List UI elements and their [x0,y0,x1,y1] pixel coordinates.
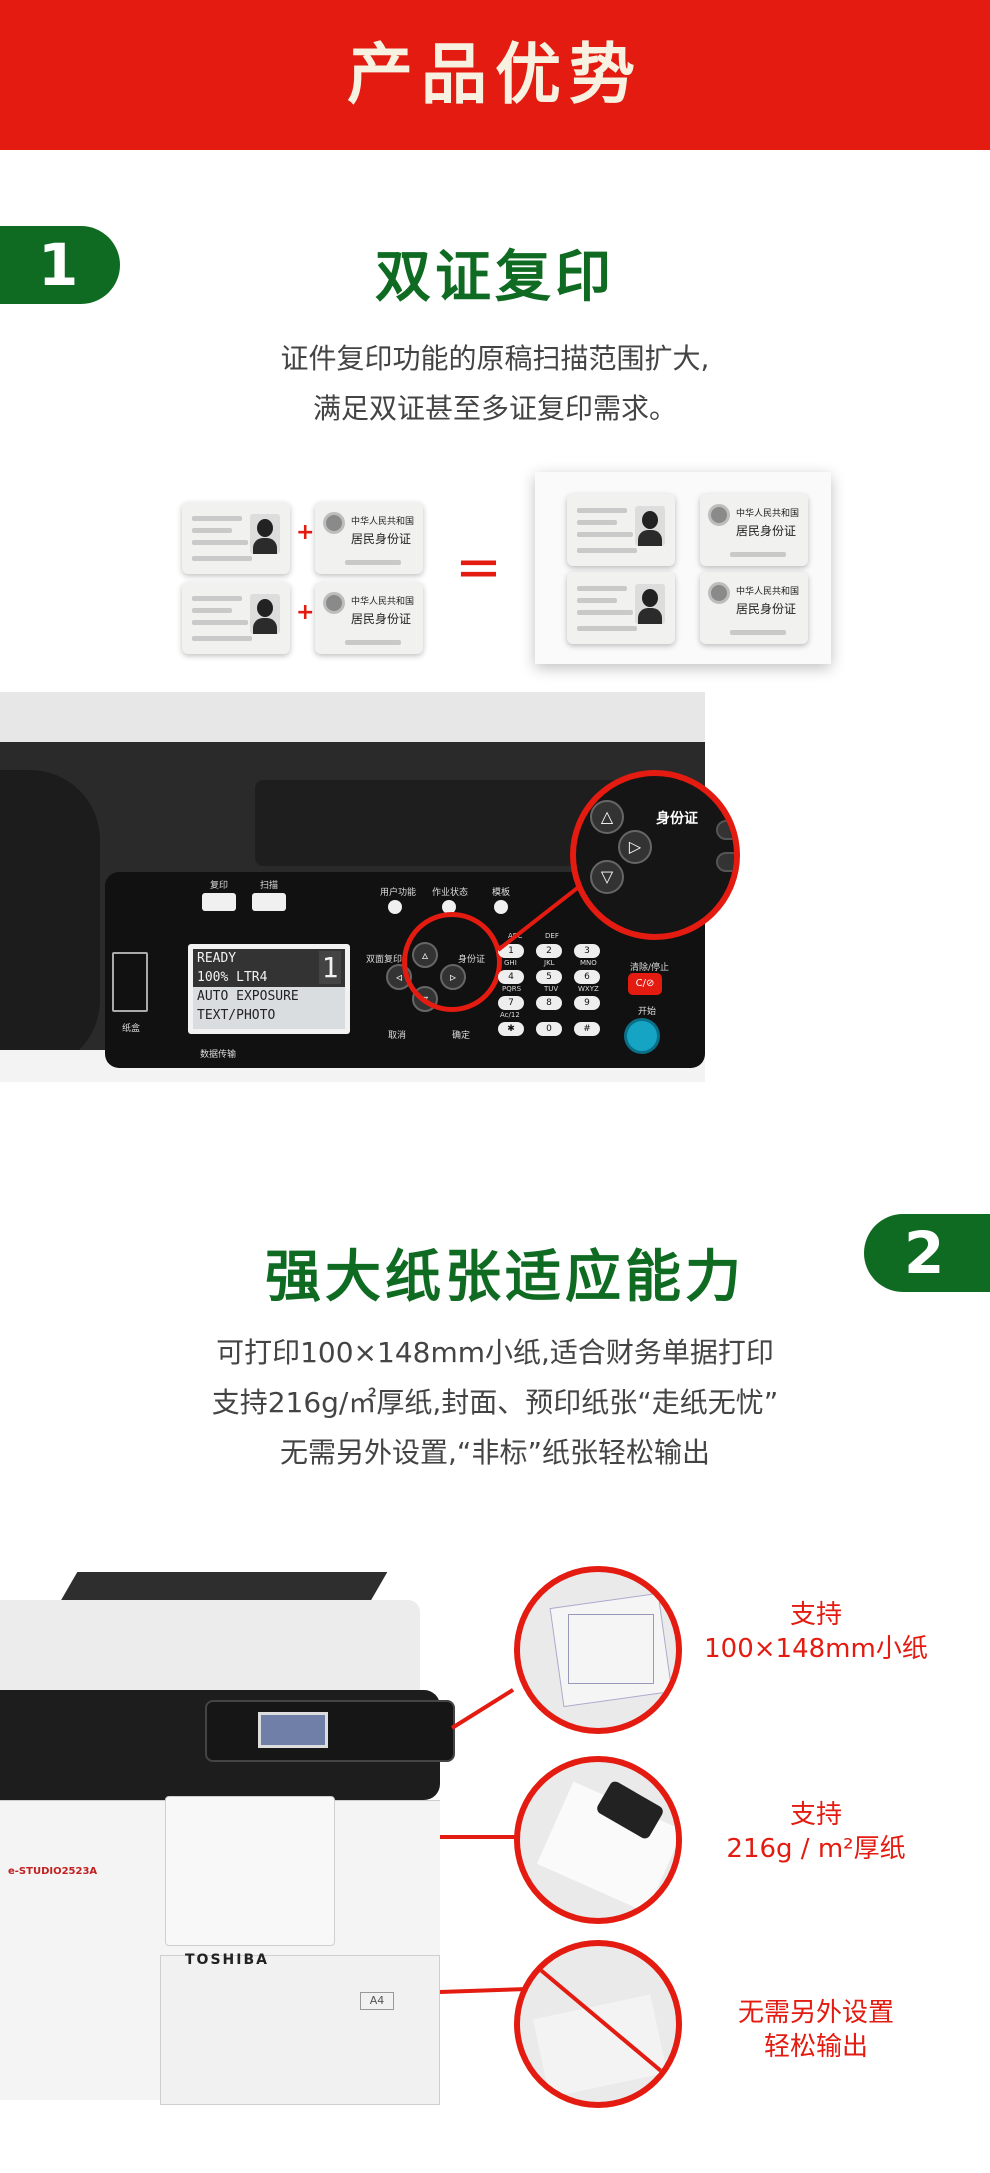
scan-label: 扫描 [260,881,279,891]
printer-control-panel [205,1700,455,1762]
feature-connector-line-3 [439,1987,525,1994]
id-card-back: 中华人民共和国 居民身份证 [315,582,423,654]
section-desc-2-line-2: 支持216g/㎡厚纸,封面、预印纸张“走纸无忧” [211,1386,779,1419]
id-card-back: 中华人民共和国 居民身份证 [315,502,423,574]
template-button[interactable] [494,900,508,914]
lcd-display: READY 100% LTR4 AUTO EXPOSURE TEXT/PHOTO… [188,944,350,1034]
feature-3-line-1: 无需另外设置 [737,1998,894,2028]
feature-2-line-2: 216g / m²厚纸 [726,1834,906,1864]
clear-stop-label: 清除/停止 [630,963,670,973]
feature-connector-line-1 [450,1688,515,1730]
key-hash[interactable]: # [574,1022,600,1036]
national-emblem-icon [708,504,730,526]
key-0[interactable]: 0 [536,1022,562,1036]
feature-connector-line-2 [440,1835,520,1839]
tray-size-label: A4 [360,1992,394,2010]
section-desc-2-line-3: 无需另外设置,“非标”纸张轻松输出 [280,1436,710,1469]
section-title-1: 双证复印 [375,245,615,310]
id-copy-zoom-circle: △ ▷ ▽ 身份证 [570,770,740,940]
thick-paper-feature-circle [514,1756,682,1924]
national-emblem-icon [323,512,345,534]
paper-output-tray [0,770,100,1070]
key-star[interactable]: ✱ [498,1022,524,1036]
job-status-label: 作业状态 [432,888,469,898]
national-emblem-icon [708,582,730,604]
national-emblem-icon [323,592,345,614]
up-arrow-icon: △ [590,800,624,834]
data-transfer-label: 数据传输 [200,1050,237,1060]
printer-lcd [258,1712,328,1748]
printer-icon [112,952,148,1012]
scan-button[interactable] [252,893,286,911]
paper-tray-label: 纸盒 [122,1024,141,1034]
template-label: 模板 [492,888,511,898]
clear-stop-button[interactable]: C/⊘ [628,973,662,995]
key-6[interactable]: 6 [574,970,600,984]
copied-id-card-back: 中华人民共和国 居民身份证 [700,572,808,644]
user-function-label: 用户功能 [380,888,417,898]
right-arrow-icon: ▷ [618,830,652,864]
confirm-label: 确定 [452,1031,471,1041]
copied-id-card-front [567,494,675,566]
section-desc-2-line-1: 可打印100×148mm小纸,适合财务单据打印 [216,1336,774,1369]
equals-icon: = [455,535,502,600]
non-standard-paper-feature-circle [514,1940,682,2108]
feature-3-line-2: 轻松输出 [763,2032,868,2062]
down-arrow-icon: ▽ [590,860,624,894]
start-label: 开始 [638,1007,657,1017]
lcd-line: AUTO EXPOSURE [197,989,299,1004]
id-photo-icon [635,584,665,624]
feature-1-line-1: 支持 [789,1600,842,1630]
small-paper-feature-circle [514,1566,682,1734]
copied-id-card-back: 中华人民共和国 居民身份证 [700,494,808,566]
lcd-line: TEXT/PHOTO [197,1008,276,1023]
key-4[interactable]: 4 [498,970,524,984]
paper-drawer [160,1955,440,2105]
printer-brand-logo: TOSHIBA [185,1952,269,1968]
key-7[interactable]: 7 [498,996,524,1010]
key-3[interactable]: 3 [574,944,600,958]
id-card-front [182,582,290,654]
id-photo-icon [250,514,280,554]
printer-model-label: e-STUDIO2523A [8,1866,98,1877]
id-copy-zoom-label: 身份证 [656,811,698,827]
key-9[interactable]: 9 [574,996,600,1010]
id-copy-highlight [402,912,502,1012]
dual-copy-label: 双面复印 [366,955,403,965]
id-photo-icon [250,594,280,634]
copied-id-card-front [567,572,675,644]
page-title: 产品优势 [347,36,643,113]
section-title-2: 强大纸张适应能力 [265,1245,745,1310]
start-button[interactable] [624,1018,660,1054]
id-photo-icon [635,506,665,546]
section-desc-1-line-1: 证件复印功能的原稿扫描范围扩大, [280,342,710,375]
key-2[interactable]: 2 [536,944,562,958]
section-desc-1-line-2: 满足双证甚至多证复印需求。 [312,392,677,425]
printer-front-door [165,1796,335,1946]
id-card-front [182,502,290,574]
key-5[interactable]: 5 [536,970,562,984]
cancel-label: 取消 [388,1031,407,1041]
feature-1-line-2: 100×148mm小纸 [704,1634,928,1664]
key-8[interactable]: 8 [536,996,562,1010]
copy-label: 复印 [210,881,229,891]
copy-count: 1 [319,951,341,984]
user-function-button[interactable] [388,900,402,914]
feature-2-line-1: 支持 [789,1800,842,1830]
copy-button[interactable] [202,893,236,911]
